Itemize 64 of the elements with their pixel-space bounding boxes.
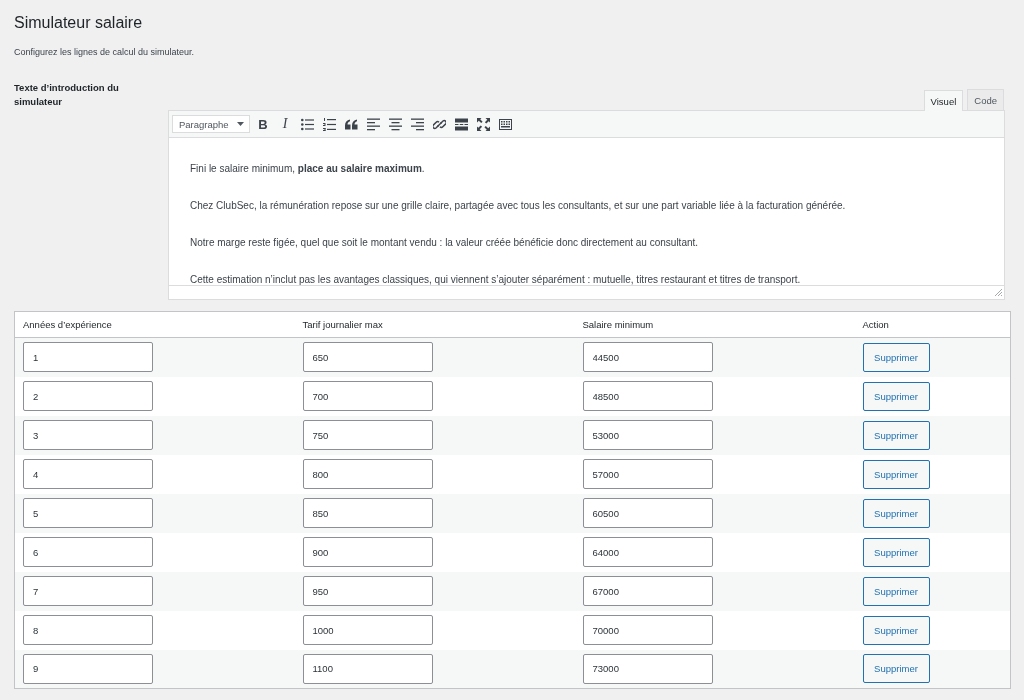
input-field[interactable]: 44500 [582,342,713,373]
input-field[interactable]: 3 [23,420,153,450]
fullscreen-icon[interactable] [476,117,490,131]
input-field[interactable]: 57000 [582,459,713,489]
bold-button[interactable]: B [252,113,274,135]
delete-button[interactable]: Supprimer [862,342,930,372]
editor-tab[interactable]: Code [967,89,1004,110]
input-field[interactable]: 6 [23,537,153,567]
input-field[interactable]: 7 [23,576,153,606]
input-field[interactable]: 800 [302,459,433,489]
align-center-icon[interactable] [388,117,402,131]
input-field[interactable]: 5 [23,498,153,528]
input-field[interactable]: 750 [302,420,433,450]
paragraph: Notre marge reste figée, quel que soit le montant vendu : la valeur créée bénéficie donc directement au consultant. [190,236,700,250]
input-field[interactable]: 950 [302,576,433,606]
page-title: Simulateur salaire [14,13,144,33]
delete-button[interactable]: Supprimer [862,537,930,567]
column-header: Années d’expérience [23,319,112,330]
input-field[interactable]: 2 [23,381,153,411]
delete-button[interactable]: Supprimer [862,615,930,645]
link-icon[interactable] [432,117,446,131]
input-field[interactable]: 1100 [302,653,433,684]
format-select[interactable]: Paragraphe [172,115,250,133]
input-field[interactable]: 9 [23,653,153,684]
quote-icon[interactable] [344,117,358,131]
delete-button[interactable]: Supprimer [862,459,930,489]
delete-button[interactable]: Supprimer [862,420,930,450]
input-field[interactable]: 700 [302,381,433,411]
input-field[interactable]: 8 [23,615,153,645]
bullet-list-icon[interactable] [300,117,314,131]
resize-handle-icon[interactable] [995,289,1002,296]
page-description: Configurez les lignes de calcul du simulateur. [14,46,196,59]
caret-icon [237,122,244,126]
editor-tab[interactable]: Visuel [923,90,964,111]
italic-button[interactable]: I [274,113,296,135]
paragraph: Fini le salaire minimum, place au salaire maximum. [190,162,426,176]
input-field[interactable]: 900 [302,537,433,567]
field-label: Texte d’introduction du simulateur [14,81,120,109]
input-field[interactable]: 60500 [582,498,713,528]
delete-button[interactable]: Supprimer [862,498,930,528]
input-field[interactable]: 67000 [582,576,713,606]
delete-button[interactable]: Supprimer [862,381,930,411]
input-field[interactable]: 53000 [582,420,713,450]
delete-button[interactable]: Supprimer [862,654,930,684]
numbered-list-icon[interactable] [322,117,336,131]
input-field[interactable]: 4 [23,459,153,489]
input-field[interactable]: 850 [302,498,433,528]
input-field[interactable]: 70000 [582,615,713,645]
input-field[interactable]: 64000 [582,537,713,567]
input-field[interactable]: 73000 [582,653,713,684]
delete-button[interactable]: Supprimer [862,576,930,606]
align-right-icon[interactable] [410,117,424,131]
keyboard-icon[interactable] [498,117,512,131]
input-field[interactable]: 48500 [582,381,713,411]
input-field[interactable]: 1 [23,342,153,373]
column-header: Tarif journalier max [302,319,383,330]
column-header: Action [862,319,889,330]
align-left-icon[interactable] [366,117,380,131]
page-break-icon[interactable] [454,117,468,131]
paragraph: Cette estimation n’inclut pas les avantages classiques, qui viennent s’ajouter séparément : mutuelle, titres restaurant et titres de transport. [190,273,802,285]
input-field[interactable]: 1000 [302,615,433,645]
input-field[interactable]: 650 [302,342,433,373]
paragraph: Chez ClubSec, la rémunération repose sur une grille claire, partagée avec tous les consultants, et sur une part variable liée à la facturation générée. [190,199,847,213]
column-header: Salaire minimum [582,319,654,330]
